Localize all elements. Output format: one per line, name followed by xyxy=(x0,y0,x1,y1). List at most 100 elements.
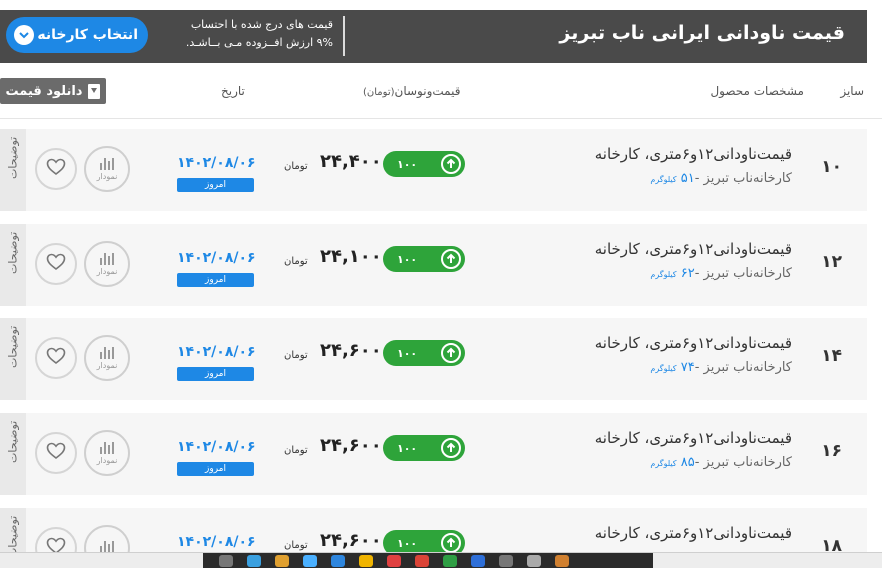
product-size: ۱۴ xyxy=(821,346,842,366)
bar-chart-icon xyxy=(100,346,114,359)
product-name[interactable]: قیمت‌ناودانی۱۲و۶متری، کارخانه xyxy=(595,334,792,352)
arrow-up-icon xyxy=(441,343,461,363)
price-change-badge: ۱۰۰ xyxy=(383,151,465,177)
details-toggle[interactable]: توضیحات xyxy=(0,224,26,306)
factory-name: کارخانه‌ناب تبریز - xyxy=(694,171,792,186)
product-subtitle: کارخانه‌ناب تبریز -۶۲ کیلوگرم xyxy=(650,266,792,281)
app-icon[interactable] xyxy=(219,555,233,567)
favorite-button[interactable] xyxy=(35,243,77,285)
app-icon[interactable] xyxy=(275,555,289,567)
product-name[interactable]: قیمت‌ناودانی۱۲و۶متری، کارخانه xyxy=(595,524,792,542)
favorite-button[interactable] xyxy=(35,337,77,379)
download-label: دانلود قیمت xyxy=(5,83,83,99)
app-icon[interactable] xyxy=(499,555,513,567)
product-size: ۱۲ xyxy=(821,252,842,272)
product-price: ۲۴,۱۰۰ xyxy=(320,246,382,267)
app-icon[interactable] xyxy=(303,555,317,567)
col-price-label: قیمت‌ونوسان xyxy=(394,84,461,98)
vat-note-line1: قیمت های درج شده با احتساب xyxy=(190,18,333,31)
factory-name: کارخانه‌ناب تبریز - xyxy=(694,266,792,281)
taskbar-apps xyxy=(203,553,653,568)
price-date: ۱۴۰۲/۰۸/۰۶ xyxy=(177,155,256,171)
vat-note: قیمت های درج شده با احتساب ۹% ارزش افــز… xyxy=(160,16,345,56)
favorite-button[interactable] xyxy=(35,432,77,474)
price-change-badge: ۱۰۰ xyxy=(383,246,465,272)
today-badge: امروز xyxy=(177,367,254,381)
table-row: توضیحات ۱۴ قیمت‌ناودانی۱۲و۶متری، کارخانه کا… xyxy=(0,318,867,400)
col-price: قیمت‌ونوسان(تومان) xyxy=(363,84,460,98)
weight-unit: کیلوگرم xyxy=(650,270,677,279)
price-date: ۱۴۰۲/۰۸/۰۶ xyxy=(177,534,256,550)
app-icon[interactable] xyxy=(387,555,401,567)
table-row: توضیحات ۱۰ قیمت‌ناودانی۱۲و۶متری، کارخانه کا… xyxy=(0,129,867,211)
price-date: ۱۴۰۲/۰۸/۰۶ xyxy=(177,250,256,266)
product-weight: ۶۲ xyxy=(680,266,695,281)
price-change-value: ۱۰۰ xyxy=(397,441,418,455)
page-title: قیمت ناودانی ایرانی ناب تبریز xyxy=(559,22,845,44)
factory-name: کارخانه‌ناب تبریز - xyxy=(694,455,792,470)
heart-icon xyxy=(46,253,66,275)
price-currency: تومان xyxy=(284,445,308,456)
table-row: توضیحات ۱۶ قیمت‌ناودانی۱۲و۶متری، کارخانه کا… xyxy=(0,413,867,495)
chart-label: نمودار xyxy=(96,360,118,370)
details-toggle[interactable]: توضیحات xyxy=(0,129,26,211)
price-currency: تومان xyxy=(284,256,308,267)
heart-icon xyxy=(46,347,66,369)
app-icon[interactable] xyxy=(471,555,485,567)
price-currency: تومان xyxy=(284,161,308,172)
today-badge: امروز xyxy=(177,462,254,476)
chart-label: نمودار xyxy=(96,171,118,181)
app-icon[interactable] xyxy=(331,555,345,567)
today-badge: امروز xyxy=(177,178,254,192)
price-currency: تومان xyxy=(284,540,308,551)
price-change-value: ۱۰۰ xyxy=(397,536,418,550)
favorite-button[interactable] xyxy=(35,148,77,190)
price-change-badge: ۱۰۰ xyxy=(383,340,465,366)
details-label: توضیحات xyxy=(6,325,20,368)
chart-button[interactable]: نمودار xyxy=(84,335,130,381)
price-change-value: ۱۰۰ xyxy=(397,252,418,266)
arrow-up-icon xyxy=(441,154,461,174)
chart-label: نمودار xyxy=(96,455,118,465)
weight-unit: کیلوگرم xyxy=(650,364,677,373)
price-change-value: ۱۰۰ xyxy=(397,346,418,360)
download-price-button[interactable]: دانلود قیمت xyxy=(0,78,106,104)
bar-chart-icon xyxy=(100,252,114,265)
col-price-unit: (تومان) xyxy=(363,87,395,98)
download-file-icon xyxy=(88,83,101,99)
chart-button[interactable]: نمودار xyxy=(84,430,130,476)
vat-note-line2: ۹% ارزش افــزوده مـی بــاشـد. xyxy=(185,36,333,49)
details-toggle[interactable]: توضیحات xyxy=(0,413,26,495)
heart-icon xyxy=(46,442,66,464)
chart-button[interactable]: نمودار xyxy=(84,241,130,287)
weight-unit: کیلوگرم xyxy=(650,175,677,184)
product-weight: ۷۴ xyxy=(680,360,695,375)
app-icon[interactable] xyxy=(443,555,457,567)
arrow-up-icon xyxy=(441,533,461,553)
app-icon[interactable] xyxy=(247,555,261,567)
details-toggle[interactable]: توضیحات xyxy=(0,318,26,400)
product-weight: ۸۵ xyxy=(680,455,695,470)
app-icon[interactable] xyxy=(555,555,569,567)
chart-button[interactable]: نمودار xyxy=(84,146,130,192)
select-factory-button[interactable]: انتخاب کارخانه xyxy=(6,17,148,53)
product-subtitle: کارخانه‌ناب تبریز -۷۴ کیلوگرم xyxy=(650,360,792,375)
app-icon[interactable] xyxy=(415,555,429,567)
col-specs: مشخصات محصول xyxy=(710,84,804,98)
weight-unit: کیلوگرم xyxy=(650,459,677,468)
product-price: ۲۴,۶۰۰ xyxy=(320,530,382,551)
col-size: سایز xyxy=(840,84,864,98)
page-header: قیمت ناودانی ایرانی ناب تبریز قیمت های د… xyxy=(0,10,867,63)
product-size: ۱۶ xyxy=(821,441,842,461)
product-name[interactable]: قیمت‌ناودانی۱۲و۶متری، کارخانه xyxy=(595,429,792,447)
app-icon[interactable] xyxy=(527,555,541,567)
bar-chart-icon xyxy=(100,157,114,170)
price-currency: تومان xyxy=(284,350,308,361)
product-name[interactable]: قیمت‌ناودانی۱۲و۶متری، کارخانه xyxy=(595,145,792,163)
details-label: توضیحات xyxy=(6,136,20,179)
details-label: توضیحات xyxy=(6,231,20,274)
table-row: توضیحات ۱۲ قیمت‌ناودانی۱۲و۶متری، کارخانه کا… xyxy=(0,224,867,306)
app-icon[interactable] xyxy=(359,555,373,567)
chevron-down-icon xyxy=(14,25,34,45)
product-name[interactable]: قیمت‌ناودانی۱۲و۶متری، کارخانه xyxy=(595,240,792,258)
